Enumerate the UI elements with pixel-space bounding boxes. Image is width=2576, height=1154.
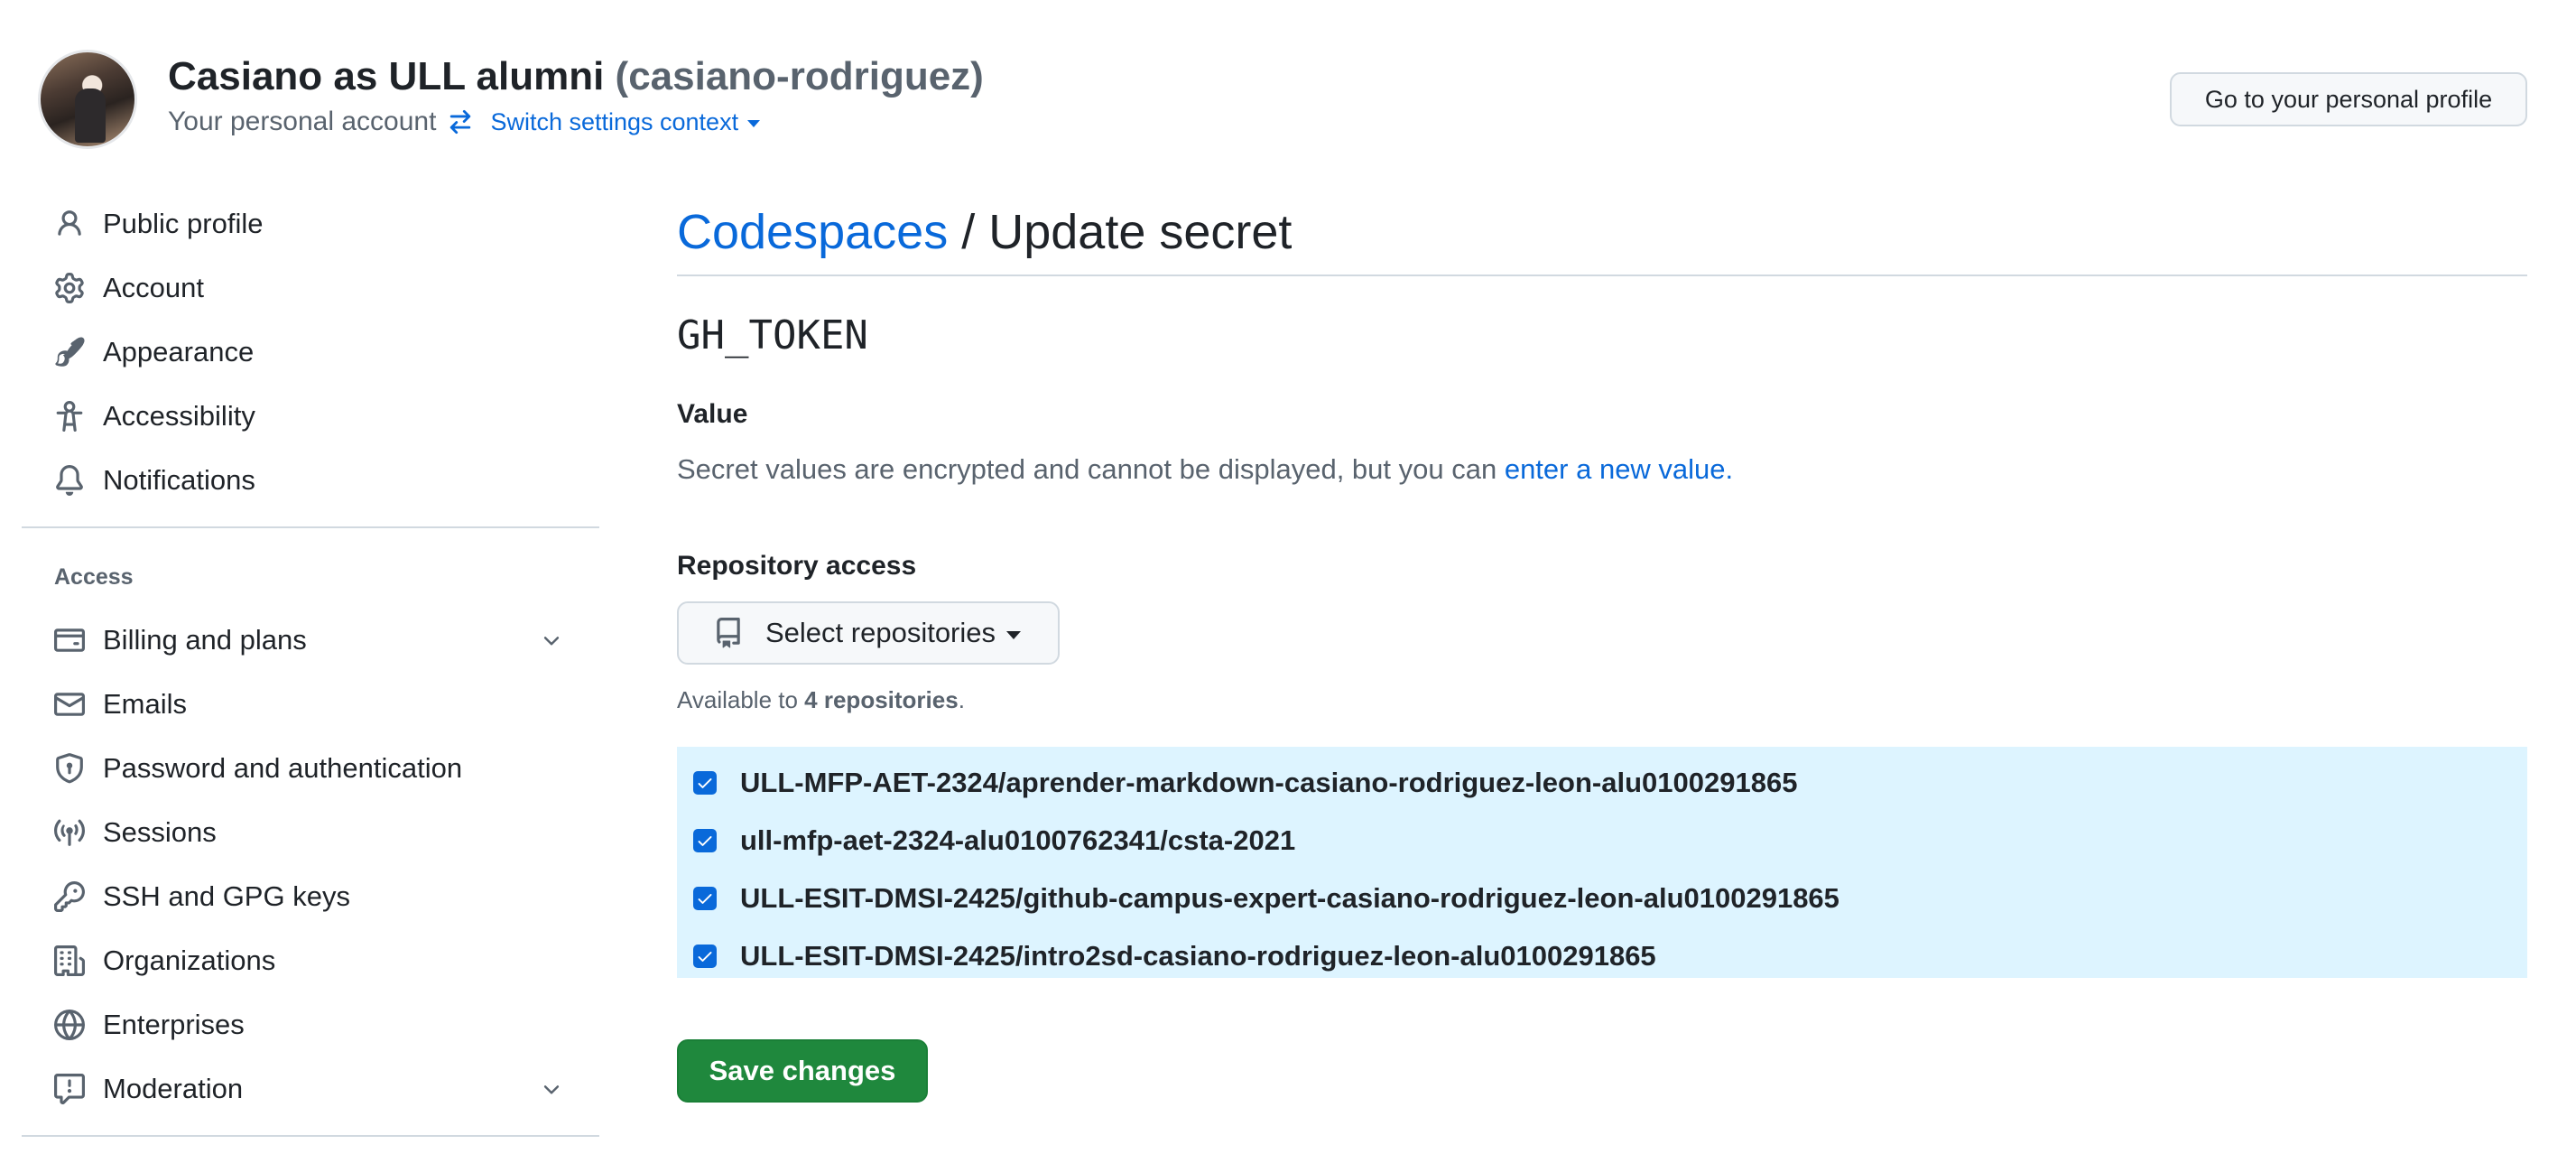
caret-down-icon bbox=[747, 119, 761, 127]
available-count: 4 repositories bbox=[804, 686, 959, 713]
go-to-profile-button[interactable]: Go to your personal profile bbox=[2170, 72, 2527, 126]
mail-icon bbox=[54, 692, 85, 716]
person-icon bbox=[58, 209, 81, 236]
repo-icon bbox=[717, 618, 740, 648]
breadcrumb-codespaces-link[interactable]: Codespaces bbox=[677, 205, 948, 259]
caret-down-icon bbox=[1006, 630, 1022, 639]
available-repositories-note: Available to 4 repositories. bbox=[677, 686, 2527, 714]
repo-name: ULL-ESIT-DMSI-2425/github-campus-expert-… bbox=[740, 882, 1839, 914]
check-icon bbox=[698, 778, 712, 788]
repo-name: ull-mfp-aet-2324-alu0100762341/csta-2021 bbox=[740, 824, 1296, 856]
key-icon bbox=[54, 880, 85, 912]
list-item[interactable]: ULL-ESIT-DMSI-2425/intro2sd-casiano-rodr… bbox=[677, 927, 2527, 985]
paintbrush-icon bbox=[55, 336, 85, 367]
chevron-down-icon[interactable] bbox=[540, 629, 563, 653]
selected-repositories-list: ULL-MFP-AET-2324/aprender-markdown-casia… bbox=[677, 747, 2527, 978]
sidebar-item-label: Accessibility bbox=[103, 399, 255, 432]
bell-icon bbox=[56, 464, 83, 496]
settings-sidebar: Public profile Account Appearance Access… bbox=[22, 191, 599, 1137]
sidebar-item-label: Account bbox=[103, 271, 205, 303]
select-repositories-button[interactable]: Select repositories bbox=[677, 601, 1060, 665]
sidebar-item-label: Password and authentication bbox=[103, 751, 463, 784]
sidebar-item-label: SSH and GPG keys bbox=[103, 879, 350, 912]
update-secret-panel: Codespaces / Update secret GH_TOKEN Valu… bbox=[677, 191, 2527, 1103]
available-prefix: Available to bbox=[677, 686, 805, 713]
sidebar-item-account[interactable]: Account bbox=[22, 256, 599, 320]
repo-name: ULL-MFP-AET-2324/aprender-markdown-casia… bbox=[740, 767, 1798, 798]
save-changes-button[interactable]: Save changes bbox=[677, 1039, 928, 1103]
select-repositories-label: Select repositories bbox=[765, 617, 996, 648]
arrow-switch-icon bbox=[450, 109, 471, 135]
page-title-text: Update secret bbox=[988, 205, 1293, 259]
sidebar-item-label: Billing and plans bbox=[103, 623, 307, 656]
sidebar-item-notifications[interactable]: Notifications bbox=[22, 448, 599, 512]
sidebar-item-label: Public profile bbox=[103, 207, 264, 239]
breadcrumb-separator: / bbox=[948, 205, 989, 259]
accessibility-icon bbox=[56, 400, 83, 432]
check-icon bbox=[698, 836, 712, 846]
organization-icon bbox=[54, 945, 85, 976]
broadcast-icon bbox=[54, 819, 85, 846]
sidebar-item-billing[interactable]: Billing and plans bbox=[22, 608, 599, 672]
globe-icon bbox=[54, 1009, 85, 1040]
gear-icon bbox=[55, 272, 84, 303]
sidebar-item-label: Moderation bbox=[103, 1072, 244, 1104]
repo-name: ULL-ESIT-DMSI-2425/intro2sd-casiano-rodr… bbox=[740, 940, 1656, 972]
sidebar-item-moderation[interactable]: Moderation bbox=[22, 1056, 599, 1121]
sidebar-item-label: Sessions bbox=[103, 815, 217, 848]
value-label: Value bbox=[677, 399, 748, 429]
account-title: Casiano as ULL alumni (casiano-rodriguez… bbox=[168, 54, 984, 99]
sidebar-item-label: Enterprises bbox=[103, 1008, 245, 1040]
report-icon bbox=[54, 1073, 85, 1104]
sidebar-item-label: Notifications bbox=[103, 463, 255, 496]
account-subtitle: Your personal account bbox=[168, 107, 437, 136]
sidebar-item-label: Emails bbox=[103, 687, 188, 720]
credit-card-icon bbox=[54, 628, 85, 652]
sidebar-item-emails[interactable]: Emails bbox=[22, 672, 599, 736]
sidebar-item-public-profile[interactable]: Public profile bbox=[22, 191, 599, 256]
sidebar-item-label: Organizations bbox=[103, 944, 276, 976]
account-subtitle-row: Your personal account Switch settings co… bbox=[168, 107, 761, 137]
sidebar-item-label: Appearance bbox=[103, 335, 255, 368]
sidebar-item-enterprises[interactable]: Enterprises bbox=[22, 992, 599, 1056]
sidebar-item-appearance[interactable]: Appearance bbox=[22, 320, 599, 384]
repo-checkbox[interactable] bbox=[693, 829, 717, 852]
account-name: Casiano as ULL alumni bbox=[168, 54, 605, 98]
sidebar-item-sessions[interactable]: Sessions bbox=[22, 800, 599, 864]
sidebar-section-access-heading: Access bbox=[54, 564, 134, 590]
chevron-down-icon[interactable] bbox=[540, 1078, 563, 1102]
repo-checkbox[interactable] bbox=[693, 771, 717, 795]
sidebar-item-accessibility[interactable]: Accessibility bbox=[22, 384, 599, 448]
check-icon bbox=[698, 894, 712, 904]
repo-checkbox[interactable] bbox=[693, 887, 717, 910]
list-item[interactable]: ULL-ESIT-DMSI-2425/github-campus-expert-… bbox=[677, 870, 2527, 927]
sidebar-item-password[interactable]: Password and authentication bbox=[22, 736, 599, 800]
title-divider bbox=[677, 275, 2527, 276]
sidebar-item-organizations[interactable]: Organizations bbox=[22, 928, 599, 992]
check-icon bbox=[698, 952, 712, 962]
page-title: Codespaces / Update secret bbox=[677, 191, 2527, 275]
sidebar-item-ssh-gpg[interactable]: SSH and GPG keys bbox=[22, 864, 599, 928]
list-item[interactable]: ull-mfp-aet-2324-alu0100762341/csta-2021 bbox=[677, 812, 2527, 870]
repo-checkbox[interactable] bbox=[693, 945, 717, 968]
switch-context-link[interactable]: Switch settings context bbox=[490, 107, 761, 136]
sidebar-divider bbox=[22, 526, 599, 528]
available-suffix: . bbox=[958, 686, 965, 713]
value-note-text: Secret values are encrypted and cannot b… bbox=[677, 453, 1505, 485]
settings-header: Casiano as ULL alumni (casiano-rodriguez… bbox=[0, 0, 2576, 181]
repository-access-label: Repository access bbox=[677, 551, 917, 581]
account-handle: (casiano-rodriguez) bbox=[615, 54, 984, 98]
sidebar-divider bbox=[22, 1135, 599, 1137]
list-item[interactable]: ULL-MFP-AET-2324/aprender-markdown-casia… bbox=[677, 754, 2527, 812]
shield-lock-icon bbox=[56, 752, 83, 783]
secret-name: GH_TOKEN bbox=[677, 312, 868, 358]
avatar[interactable] bbox=[38, 50, 137, 149]
value-note: Secret values are encrypted and cannot b… bbox=[677, 453, 2527, 486]
switch-context-label: Switch settings context bbox=[490, 107, 739, 135]
enter-new-value-link[interactable]: enter a new value. bbox=[1505, 453, 1733, 485]
